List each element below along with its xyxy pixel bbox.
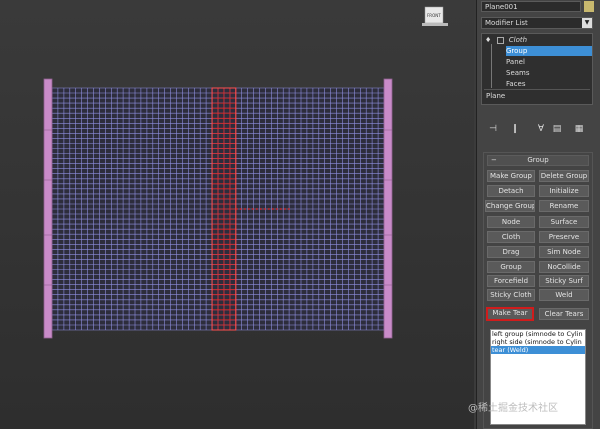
watermark: @稀土掘金技术社区 [468, 403, 558, 414]
weld-button[interactable]: Weld [539, 289, 589, 301]
object-color-swatch[interactable] [584, 1, 594, 12]
object-name-field[interactable]: Plane001 [481, 1, 581, 12]
modifier-cloth[interactable]: ♦ Cloth [485, 35, 527, 45]
stack-item-seams[interactable]: Seams [506, 68, 530, 78]
modifier-cloth-label: Cloth [508, 36, 528, 44]
nocollide-button[interactable]: NoCollide [539, 261, 589, 273]
left-cylinder [43, 78, 53, 339]
group-rollout: − Group Make Group Delete Group Detach I… [483, 152, 593, 429]
chevron-down-icon[interactable]: ▼ [582, 18, 592, 28]
forcefield-button[interactable]: Forcefield [487, 275, 535, 287]
rollout-header[interactable]: − Group [487, 155, 589, 166]
stack-toolbar: ⊣ ❙ ∀ ▤ ▦ [483, 122, 593, 138]
sticky-surf-button[interactable]: Sticky Surf [539, 275, 589, 287]
make-unique-icon[interactable]: ∀ [535, 122, 547, 136]
surface-button[interactable]: Surface [539, 216, 589, 228]
pin-stack-icon[interactable]: ⊣ [487, 122, 499, 136]
stack-item-plane[interactable]: Plane [486, 91, 505, 101]
stack-item-group[interactable]: Group [506, 46, 592, 56]
stack-item-faces[interactable]: Faces [506, 79, 525, 89]
node-button[interactable]: Node [487, 216, 535, 228]
clear-tears-button[interactable]: Clear Tears [539, 308, 589, 320]
cloth-scene[interactable] [0, 0, 474, 429]
collapse-icon[interactable]: − [491, 156, 497, 165]
make-tear-button[interactable]: Make Tear [486, 307, 534, 321]
configure-sets-icon[interactable]: ▦ [573, 122, 585, 136]
modifier-list-label: Modifier List [485, 19, 528, 27]
remove-modifier-icon[interactable]: ▤ [551, 122, 563, 136]
group-list-item[interactable]: left group (simnode to Cylin [491, 330, 585, 338]
group-button[interactable]: Group [487, 261, 535, 273]
group-list-item-selected[interactable]: tear (Weld) [491, 346, 585, 354]
rollout-title: Group [527, 156, 549, 164]
group-list-item[interactable]: right side (simnode to Cylin [491, 338, 585, 346]
show-end-result-icon[interactable]: ❙ [509, 122, 521, 136]
lightbulb-icon[interactable]: ♦ [485, 36, 491, 44]
drag-button[interactable]: Drag [487, 246, 535, 258]
viewport-front[interactable]: FRONT [0, 0, 474, 429]
make-group-button[interactable]: Make Group [487, 170, 535, 182]
modifier-stack: ♦ Cloth Group Panel Seams Faces Plane [481, 33, 593, 105]
initialize-button[interactable]: Initialize [539, 185, 589, 197]
sim-node-button[interactable]: Sim Node [539, 246, 589, 258]
sticky-cloth-button[interactable]: Sticky Cloth [487, 289, 535, 301]
change-group-button[interactable]: Change Group [485, 200, 535, 212]
rename-button[interactable]: Rename [539, 200, 589, 212]
command-panel: Plane001 Modifier List ▼ ♦ Cloth Group P… [476, 0, 600, 429]
preserve-button[interactable]: Preserve [539, 231, 589, 243]
expand-icon[interactable] [496, 36, 504, 44]
navcube[interactable]: FRONT [420, 5, 450, 29]
navcube-label: FRONT [427, 13, 441, 18]
cloth-button[interactable]: Cloth [487, 231, 535, 243]
stack-item-panel[interactable]: Panel [506, 57, 525, 67]
delete-group-button[interactable]: Delete Group [539, 170, 589, 182]
detach-button[interactable]: Detach [487, 185, 535, 197]
modifier-list-dropdown[interactable]: Modifier List ▼ [481, 17, 593, 29]
right-cylinder [383, 78, 393, 339]
